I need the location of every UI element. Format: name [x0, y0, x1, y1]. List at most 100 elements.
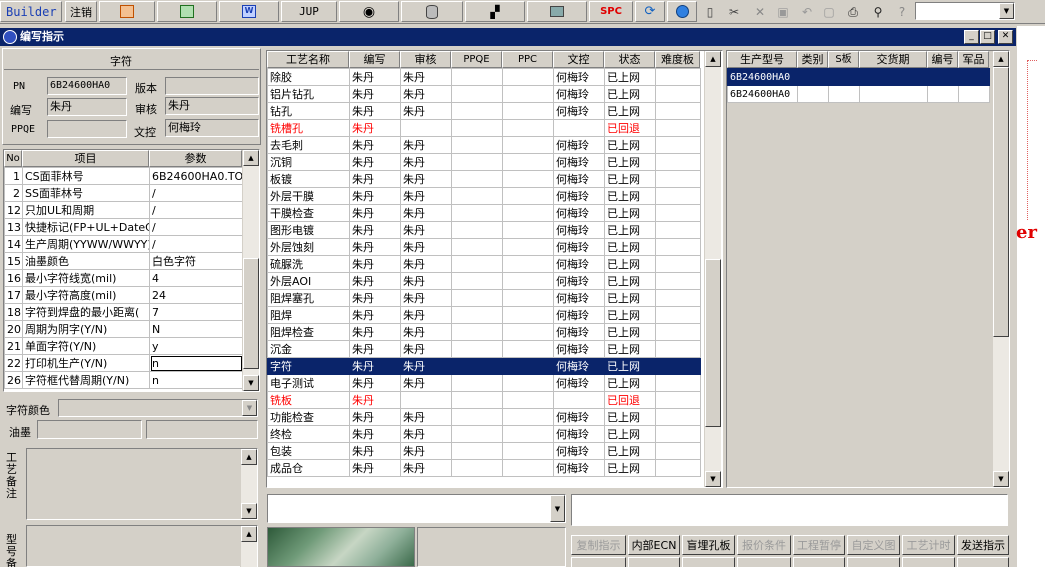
refresh-button[interactable]: ⟳ [635, 1, 665, 22]
col-header[interactable]: 编号 [927, 51, 958, 68]
internal-ecn-button[interactable]: 内部ECN [628, 535, 680, 555]
process-cell-difficulty[interactable] [655, 357, 701, 375]
process-row[interactable]: 功能检查 朱丹 朱丹 何梅玲 已上网 [267, 408, 701, 426]
process-cell-name[interactable]: 终检 [267, 425, 350, 443]
param-row[interactable]: 12 只加UL和周期 / [4, 201, 243, 219]
computer-button[interactable] [527, 1, 587, 22]
process-cell-writer[interactable]: 朱丹 [349, 153, 401, 171]
col-header[interactable]: 状态 [604, 51, 655, 68]
param-cell-value[interactable]: N [149, 320, 243, 338]
process-cell-status[interactable]: 已上网 [604, 238, 656, 256]
process-cell-ppqe[interactable] [451, 459, 503, 477]
params-scrollbar[interactable]: ▲ ▼ [242, 150, 259, 391]
process-cell-ppqe[interactable] [451, 255, 503, 273]
param-cell-value[interactable]: 6B24600HA0.TO [149, 167, 243, 185]
process-cell-difficulty[interactable] [655, 408, 701, 426]
process-cell-name[interactable]: 铝片钻孔 [267, 85, 350, 103]
process-cell-ppqe[interactable] [451, 136, 503, 154]
partial-button[interactable] [571, 557, 626, 567]
col-header[interactable]: 审核 [400, 51, 451, 68]
process-cell-name[interactable]: 包装 [267, 442, 350, 460]
process-cell-reviewer[interactable] [400, 119, 452, 137]
process-cell-writer[interactable]: 朱丹 [349, 391, 401, 409]
param-cell-value[interactable]: y [149, 337, 243, 355]
process-cell-reviewer[interactable]: 朱丹 [400, 272, 452, 290]
process-row[interactable]: 沉金 朱丹 朱丹 何梅玲 已上网 [267, 340, 701, 358]
param-cell-no[interactable]: 1 [4, 167, 23, 185]
process-cell-ppqe[interactable] [451, 289, 503, 307]
process-cell-name[interactable]: 阻焊 [267, 306, 350, 324]
process-cell-status[interactable]: 已上网 [604, 102, 656, 120]
process-cell-status[interactable]: 已上网 [604, 374, 656, 392]
process-row[interactable]: 包装 朱丹 朱丹 何梅玲 已上网 [267, 442, 701, 460]
process-cell-ppqe[interactable] [451, 85, 503, 103]
col-header[interactable]: 军品 [958, 51, 989, 68]
param-cell-value[interactable]: 白色字符 [149, 252, 243, 270]
process-cell-name[interactable]: 外层干膜 [267, 187, 350, 205]
process-cell-doc[interactable]: 何梅玲 [553, 68, 605, 86]
note-scrollbar[interactable]: ▲ ▼ [240, 449, 257, 519]
process-row[interactable]: 钻孔 朱丹 朱丹 何梅玲 已上网 [267, 102, 701, 120]
process-cell-reviewer[interactable]: 朱丹 [400, 357, 452, 375]
process-cell-difficulty[interactable] [655, 459, 701, 477]
process-cell-status[interactable]: 已上网 [604, 204, 656, 222]
cut-icon[interactable]: ✂ [723, 2, 745, 22]
bottom-text-field[interactable] [571, 494, 1008, 526]
col-header[interactable]: 难度板 [655, 51, 700, 68]
process-cell-ppc[interactable] [502, 68, 554, 86]
process-row[interactable]: 干膜检查 朱丹 朱丹 何梅玲 已上网 [267, 204, 701, 222]
scroll-up-icon[interactable]: ▲ [241, 526, 257, 542]
process-cell-ppc[interactable] [502, 238, 554, 256]
excel-button[interactable] [157, 1, 217, 22]
toolbar-select[interactable]: ▼ [915, 2, 1015, 20]
process-cell-status[interactable]: 已上网 [604, 340, 656, 358]
network-button[interactable]: ▞ [465, 1, 525, 22]
col-header[interactable]: 交货期 [859, 51, 927, 68]
partial-button[interactable] [737, 557, 791, 567]
process-cell-ppc[interactable] [502, 204, 554, 222]
param-row[interactable]: 15 油墨颜色 白色字符 [4, 252, 243, 270]
process-cell-status[interactable]: 已上网 [604, 85, 656, 103]
param-cell-item[interactable]: 只加UL和周期 [22, 201, 150, 219]
param-row[interactable]: 18 字符到焊盘的最小距离(7 [4, 303, 243, 321]
scroll-down-icon[interactable]: ▼ [243, 375, 259, 391]
process-cell-doc[interactable]: 何梅玲 [553, 340, 605, 358]
param-cell-no[interactable]: 22 [4, 354, 23, 372]
send-instruction-button[interactable]: 发送指示 [957, 535, 1009, 555]
process-cell-ppc[interactable] [502, 391, 554, 409]
process-cell-name[interactable]: 铣槽孔 [267, 119, 350, 137]
process-row[interactable]: 外层干膜 朱丹 朱丹 何梅玲 已上网 [267, 187, 701, 205]
process-cell-status[interactable]: 已上网 [604, 289, 656, 307]
process-cell-writer[interactable]: 朱丹 [349, 255, 401, 273]
ink-field[interactable] [37, 420, 142, 439]
process-cell-ppc[interactable] [502, 442, 554, 460]
param-cell-item[interactable]: 周期为阴字(Y/N) [22, 320, 150, 338]
param-row[interactable]: 14 生产周期(YYWW/WWYY) / [4, 235, 243, 253]
col-header[interactable]: PPQE [451, 51, 502, 68]
process-cell-ppqe[interactable] [451, 374, 503, 392]
param-cell-no[interactable]: 18 [4, 303, 23, 321]
col-header[interactable]: S板 [828, 51, 859, 68]
process-cell-writer[interactable]: 朱丹 [349, 102, 401, 120]
process-cell-name[interactable]: 电子测试 [267, 374, 350, 392]
process-row[interactable]: 阻焊检查 朱丹 朱丹 何梅玲 已上网 [267, 323, 701, 341]
process-cell-reviewer[interactable]: 朱丹 [400, 102, 452, 120]
process-row[interactable]: 除胶 朱丹 朱丹 何梅玲 已上网 [267, 68, 701, 86]
process-cell-difficulty[interactable] [655, 391, 701, 409]
process-cell-ppc[interactable] [502, 289, 554, 307]
process-cell-name[interactable]: 字符 [267, 357, 350, 375]
save-icon[interactable]: ▣ [772, 2, 794, 22]
process-cell-ppqe[interactable] [451, 204, 503, 222]
process-cell-name[interactable]: 阻焊检查 [267, 323, 350, 341]
model-cell-code[interactable] [927, 85, 959, 103]
process-cell-difficulty[interactable] [655, 442, 701, 460]
process-cell-status[interactable]: 已上网 [604, 408, 656, 426]
spc-button[interactable]: SPC [589, 1, 633, 22]
param-cell-no[interactable]: 20 [4, 320, 23, 338]
process-cell-doc[interactable]: 何梅玲 [553, 357, 605, 375]
process-cell-ppc[interactable] [502, 340, 554, 358]
process-cell-writer[interactable]: 朱丹 [349, 306, 401, 324]
process-cell-name[interactable]: 外层蚀刻 [267, 238, 350, 256]
param-cell-item[interactable]: 生产周期(YYWW/WWYY) [22, 235, 150, 253]
reviewer-field[interactable]: 朱丹 [165, 97, 259, 115]
